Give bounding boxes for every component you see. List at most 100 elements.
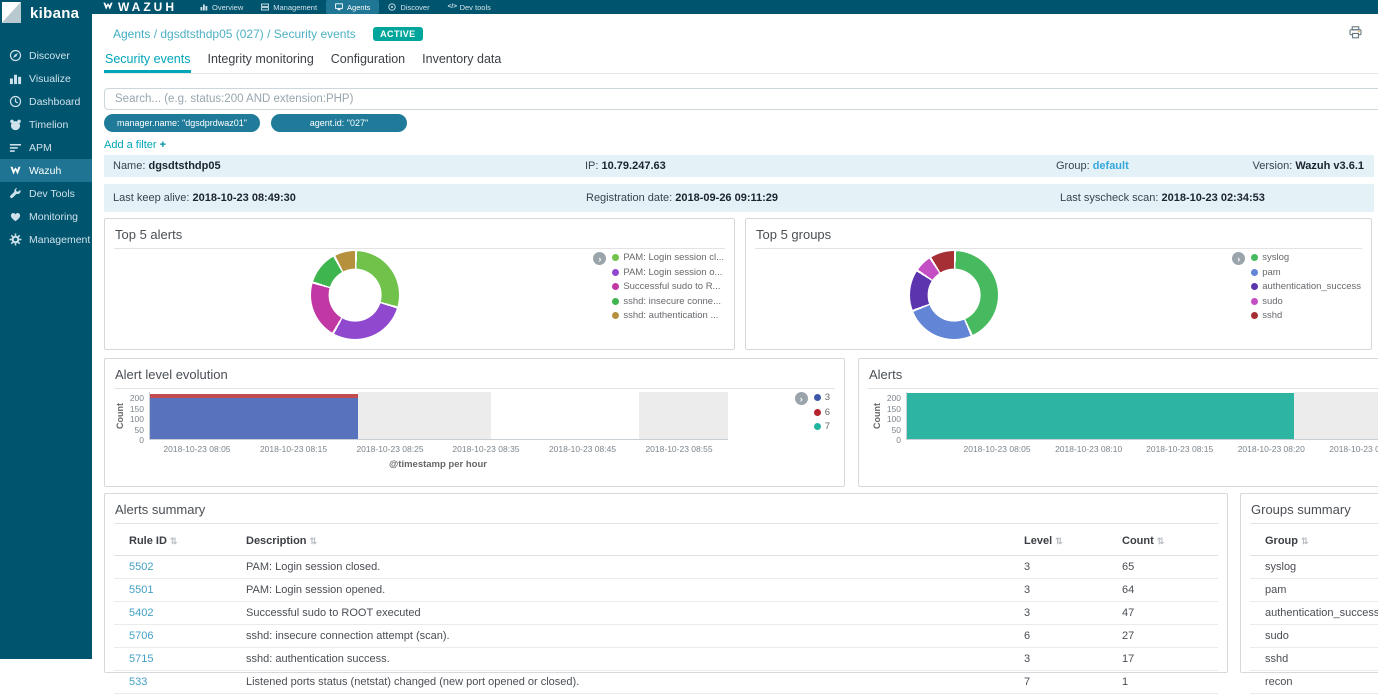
groups-summary-table: Group⇅ syslogpamauthentication_successsu…	[1250, 526, 1378, 694]
table-row[interactable]: 5502PAM: Login session closed.365	[114, 556, 1218, 579]
sidebar-item-dev-tools[interactable]: Dev Tools	[0, 182, 92, 205]
sidebar-item-management[interactable]: Management	[0, 228, 92, 251]
topbar-item-management[interactable]: Management	[252, 0, 326, 14]
table-row[interactable]: 5501PAM: Login session opened.364	[114, 579, 1218, 602]
legend-item-sshd[interactable]: sshd	[1251, 310, 1361, 321]
sort-icon[interactable]: ⇅	[1301, 536, 1309, 546]
legend-item-successful-sudo-to-r[interactable]: Successful sudo to R...	[612, 281, 724, 292]
x-axis-tick-label: 2018-10-23 08:45	[535, 444, 631, 454]
sidebar-item-label: Monitoring	[29, 211, 78, 223]
agent-info-value: dgsdtsthdp05	[148, 160, 220, 172]
add-filter-button[interactable]: Add a filter +	[104, 139, 166, 151]
table-cell: 7	[1024, 671, 1122, 694]
table-row[interactable]: 5402Successful sudo to ROOT executed347	[114, 602, 1218, 625]
legend-item-pam-login-session-cl[interactable]: PAM: Login session cl...	[612, 252, 724, 263]
table-row[interactable]: 5706sshd: insecure connection attempt (s…	[114, 625, 1218, 648]
topbar-nav: OverviewManagementAgentsDiscover </> Dev t…	[191, 0, 500, 14]
table-row[interactable]: sshd	[1250, 648, 1378, 671]
monitoring-icon	[9, 210, 22, 223]
tab-security-events[interactable]: Security events	[104, 50, 191, 73]
agent-info-value: 2018-09-26 09:11:29	[675, 192, 778, 204]
table-row[interactable]: 5715sshd: authentication success.317	[114, 648, 1218, 671]
sidebar-item-monitoring[interactable]: Monitoring	[0, 205, 92, 228]
sidebar-item-apm[interactable]: APM	[0, 136, 92, 159]
table-cell: 3	[1024, 579, 1122, 602]
table-row[interactable]: authentication_success	[1250, 602, 1378, 625]
sidebar-item-wazuh[interactable]: Wazuh	[0, 159, 92, 182]
group-link[interactable]: default	[1093, 160, 1129, 172]
legend-item-pam-login-session-o[interactable]: PAM: Login session o...	[612, 267, 724, 278]
chart-plot-area[interactable]	[149, 392, 728, 440]
filter-pill-0[interactable]: manager.name: "dgsdprdwaz01"	[104, 114, 260, 132]
legend-item-syslog[interactable]: syslog	[1251, 252, 1361, 263]
breadcrumb-agents-link[interactable]: Agents	[113, 27, 150, 41]
search-input[interactable]	[104, 88, 1378, 110]
legend-item-authentication-success[interactable]: authentication_success	[1251, 281, 1361, 292]
legend-label: pam	[1262, 267, 1280, 278]
table-row[interactable]: recon	[1250, 671, 1378, 694]
table-row[interactable]: syslog	[1250, 556, 1378, 579]
rule-id-link[interactable]: 5715	[129, 653, 153, 665]
sort-icon[interactable]: ⇅	[170, 536, 178, 546]
table-cell: PAM: Login session opened.	[246, 579, 1024, 602]
table-row[interactable]: pam	[1250, 579, 1378, 602]
legend-label: 3	[825, 392, 830, 403]
legend-item-7[interactable]: 7	[814, 421, 830, 432]
sidebar-item-label: Dashboard	[29, 96, 80, 108]
legend-label: PAM: Login session cl...	[623, 252, 724, 263]
chart-plot-area[interactable]	[906, 392, 1378, 440]
legend-color-dot	[1251, 312, 1258, 319]
topbar-item-overview[interactable]: Overview	[191, 0, 252, 14]
legend-item-3[interactable]: 3	[814, 392, 830, 403]
table-cell: Listened ports status (netstat) changed …	[246, 671, 1024, 694]
legend-item-pam[interactable]: pam	[1251, 267, 1361, 278]
legend-item-6[interactable]: 6	[814, 407, 830, 418]
rule-id-link[interactable]: 5706	[129, 630, 153, 642]
sidebar-item-label: Discover	[29, 50, 70, 62]
sidebar-item-timelion[interactable]: Timelion	[0, 113, 92, 136]
y-axis-tick-label: 200	[114, 393, 144, 403]
wazuh-topbar: WAZUH OverviewManagementAgentsDiscover</…	[92, 0, 1378, 14]
sort-icon[interactable]: ⇅	[1055, 536, 1063, 546]
legend-label: syslog	[1262, 252, 1289, 263]
topbar-item-discover[interactable]: Discover	[379, 0, 438, 14]
table-row[interactable]: sudo	[1250, 625, 1378, 648]
legend-color-dot	[612, 298, 619, 305]
legend-toggle-button[interactable]: ›	[795, 392, 808, 405]
legend-toggle-button[interactable]: ›	[593, 252, 606, 265]
legend-item-sudo[interactable]: sudo	[1251, 296, 1361, 307]
panel-title: Top 5 groups	[755, 219, 1362, 249]
sidebar-item-dashboard[interactable]: Dashboard	[0, 90, 92, 113]
devtools-icon	[9, 187, 22, 200]
sidebar-item-discover[interactable]: Discover	[0, 44, 92, 67]
legend-item-sshd-insecure-conne[interactable]: sshd: insecure conne...	[612, 296, 724, 307]
code-icon: </>	[448, 3, 456, 11]
print-icon[interactable]	[1349, 26, 1362, 39]
wazuh-logo-icon	[102, 0, 114, 15]
tab-integrity-monitoring[interactable]: Integrity monitoring	[206, 50, 314, 73]
table-row[interactable]: 533 Listened ports status (netstat) chang…	[114, 671, 1218, 694]
y-axis-title: Count	[872, 403, 882, 429]
sort-icon[interactable]: ⇅	[310, 536, 318, 546]
filter-pill-1[interactable]: agent.id: "027"	[271, 114, 407, 132]
legend-item-sshd-authentication[interactable]: sshd: authentication ...	[612, 310, 724, 321]
topbar-item-label: Dev tools	[460, 3, 491, 12]
rule-id-link[interactable]: 533	[129, 676, 147, 688]
donut-chart[interactable]	[311, 251, 399, 339]
topbar-item-agents[interactable]: Agents	[326, 0, 379, 14]
rule-id-link[interactable]: 5402	[129, 607, 153, 619]
rule-id-link[interactable]: 5501	[129, 584, 153, 596]
groups-summary-panel: Groups summary Group⇅ syslogpamauthentic…	[1240, 493, 1378, 673]
donut-chart[interactable]	[910, 251, 998, 339]
legend-toggle-button[interactable]: ›	[1232, 252, 1245, 265]
tab-inventory-data[interactable]: Inventory data	[421, 50, 502, 73]
rule-id-link[interactable]: 5502	[129, 561, 153, 573]
legend-label: sshd: authentication ...	[623, 310, 718, 321]
wazuh-brand[interactable]: WAZUH	[92, 0, 191, 15]
breadcrumb-rest: / dgsdtsthdp05 (027) / Security events	[150, 27, 355, 41]
tab-configuration[interactable]: Configuration	[330, 50, 406, 73]
sidebar-item-visualize[interactable]: Visualize	[0, 67, 92, 90]
topbar-item-dev-tools[interactable]: </> Dev tools	[439, 0, 500, 14]
sidebar-nav: Discover Visualize Dashboard TimelionAPMWaz…	[0, 44, 92, 251]
sort-icon[interactable]: ⇅	[1157, 536, 1165, 546]
